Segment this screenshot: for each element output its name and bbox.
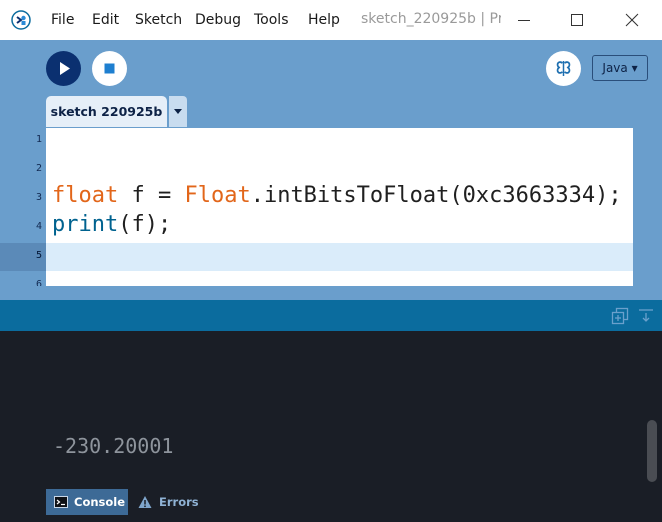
maximize-icon[interactable] bbox=[567, 10, 587, 30]
line-number: 4 bbox=[35, 221, 42, 232]
processing-app-icon bbox=[10, 9, 32, 31]
line-number: 1 bbox=[35, 134, 42, 145]
stop-button[interactable] bbox=[92, 51, 127, 86]
copy-console-icon[interactable] bbox=[611, 307, 629, 325]
tab-errors[interactable]: Errors bbox=[137, 489, 207, 515]
window-title: sketch_220925b | Pro... bbox=[361, 11, 501, 27]
code-token: (f); bbox=[118, 212, 172, 237]
debug-button[interactable] bbox=[546, 51, 581, 86]
tab-sketch[interactable]: sketch 220925b bbox=[46, 96, 167, 127]
menu-debug[interactable]: Debug bbox=[195, 11, 241, 29]
active-line-number: 5 bbox=[35, 250, 42, 261]
stop-icon bbox=[104, 63, 115, 74]
mode-select[interactable]: Java ▾ bbox=[592, 55, 648, 81]
code-token: .intBitsToFloat(0xc3663334); bbox=[250, 183, 622, 208]
butterfly-icon bbox=[556, 61, 571, 76]
tab-menu-button[interactable] bbox=[169, 96, 187, 127]
menu-file[interactable]: File bbox=[51, 11, 74, 29]
tab-errors-label: Errors bbox=[159, 495, 199, 509]
close-icon[interactable] bbox=[622, 10, 642, 30]
play-icon bbox=[60, 62, 70, 75]
line-number: 3 bbox=[35, 192, 42, 203]
code-token: float bbox=[52, 183, 119, 208]
code-token: Float bbox=[184, 183, 251, 208]
menu-help[interactable]: Help bbox=[308, 11, 340, 29]
tab-console[interactable]: Console bbox=[46, 489, 128, 515]
warning-icon bbox=[138, 496, 152, 508]
minimize-icon[interactable] bbox=[514, 10, 534, 30]
current-line-highlight bbox=[46, 243, 633, 271]
code-token: print bbox=[52, 212, 119, 237]
terminal-icon bbox=[54, 496, 68, 508]
tab-console-label: Console bbox=[74, 495, 126, 509]
code-token: f = bbox=[118, 183, 185, 208]
code-line-3[interactable]: float f = Float.intBitsToFloat(0xc366333… bbox=[52, 182, 622, 210]
line-number: 2 bbox=[35, 163, 42, 174]
clear-console-icon[interactable] bbox=[637, 307, 655, 325]
triangle-down-icon bbox=[174, 109, 182, 114]
code-line-4[interactable]: print(f); bbox=[52, 211, 171, 239]
editor-scrollbar[interactable] bbox=[633, 128, 662, 300]
menu-sketch[interactable]: Sketch bbox=[135, 11, 182, 29]
console-scrollbar[interactable] bbox=[647, 420, 657, 482]
run-button[interactable] bbox=[46, 51, 81, 86]
menu-tools[interactable]: Tools bbox=[254, 11, 289, 29]
console-output-area[interactable] bbox=[0, 331, 662, 489]
line-number: 6 bbox=[35, 279, 42, 286]
menu-edit[interactable]: Edit bbox=[92, 11, 119, 29]
console-header bbox=[0, 300, 662, 331]
console-output: -230.20001 bbox=[53, 434, 174, 458]
